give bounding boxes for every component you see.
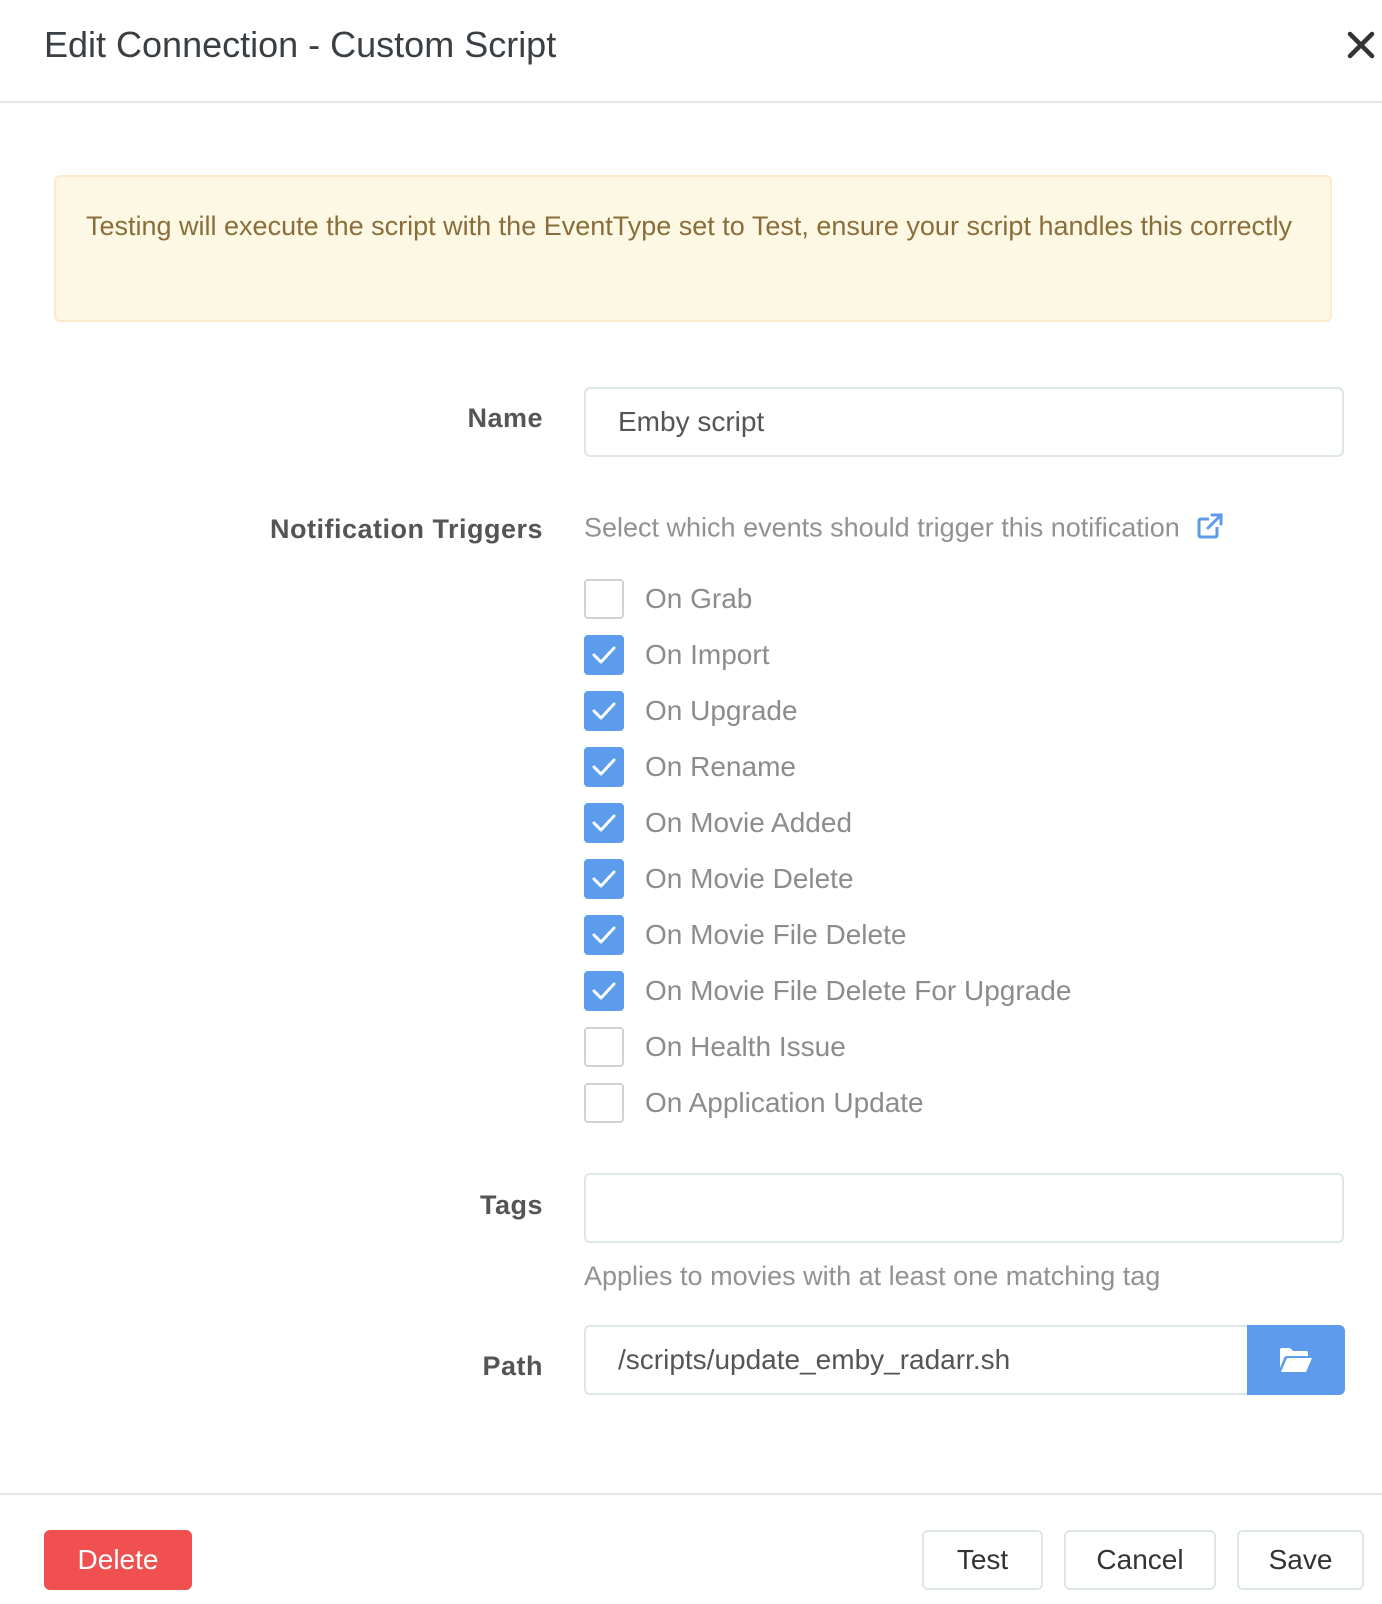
trigger-checkbox-row[interactable]: On Rename bbox=[584, 746, 796, 788]
name-input-value: Emby script bbox=[618, 406, 765, 437]
checkmark-icon bbox=[592, 758, 616, 776]
tags-label: Tags bbox=[479, 1190, 543, 1220]
trigger-checkbox[interactable] bbox=[584, 971, 624, 1011]
trigger-checkbox[interactable] bbox=[584, 747, 624, 787]
browse-folder-button[interactable] bbox=[1247, 1325, 1345, 1395]
tags-input[interactable] bbox=[584, 1173, 1344, 1243]
trigger-checkbox-row[interactable]: On Import bbox=[584, 634, 769, 676]
trigger-checkbox-row[interactable]: On Movie File Delete bbox=[584, 914, 906, 956]
checkmark-icon bbox=[592, 982, 616, 1000]
checkmark-icon bbox=[592, 926, 616, 944]
trigger-checkbox-row[interactable]: On Upgrade bbox=[584, 690, 798, 732]
trigger-checkbox[interactable] bbox=[584, 1027, 624, 1067]
close-button[interactable] bbox=[1343, 27, 1379, 63]
path-input-value: /scripts/update_emby_radarr.sh bbox=[618, 1344, 1011, 1375]
trigger-checkbox-row[interactable]: On Application Update bbox=[584, 1082, 924, 1124]
trigger-checkbox[interactable] bbox=[584, 1083, 624, 1123]
folder-open-icon bbox=[1280, 1348, 1312, 1372]
modal-header: Edit Connection - Custom Script bbox=[0, 0, 1382, 103]
delete-button[interactable]: Delete bbox=[44, 1530, 192, 1590]
checkmark-icon bbox=[592, 646, 616, 664]
trigger-checkbox-row[interactable]: On Health Issue bbox=[584, 1026, 846, 1068]
trigger-label: On Movie File Delete For Upgrade bbox=[645, 975, 1072, 1006]
warning-alert: Testing will execute the script with the… bbox=[54, 175, 1332, 322]
test-button[interactable]: Test bbox=[922, 1530, 1043, 1590]
checkmark-icon bbox=[592, 814, 616, 832]
trigger-checkbox[interactable] bbox=[584, 915, 624, 955]
trigger-label: On Movie File Delete bbox=[645, 919, 907, 950]
trigger-checkbox[interactable] bbox=[584, 859, 624, 899]
tags-help: Applies to movies with at least one matc… bbox=[584, 1261, 1161, 1291]
modal-footer: Delete Test Cancel Save bbox=[0, 1493, 1382, 1604]
checkmark-icon bbox=[592, 702, 616, 720]
trigger-label: On Movie Added bbox=[645, 807, 853, 838]
external-link-icon[interactable] bbox=[1195, 511, 1225, 548]
trigger-checkbox[interactable] bbox=[584, 803, 624, 843]
trigger-checkbox[interactable] bbox=[584, 579, 624, 619]
name-input[interactable]: Emby script bbox=[584, 387, 1344, 457]
trigger-label: On Health Issue bbox=[645, 1031, 846, 1062]
trigger-checkbox-row[interactable]: On Movie Added bbox=[584, 802, 852, 844]
edit-connection-modal: Edit Connection - Custom Script Testing … bbox=[0, 0, 1382, 1604]
trigger-label: On Movie Delete bbox=[645, 863, 854, 894]
name-label: Name bbox=[467, 403, 543, 433]
close-icon bbox=[1347, 31, 1375, 59]
triggers-help: Select which events should trigger this … bbox=[584, 511, 1225, 548]
save-button[interactable]: Save bbox=[1237, 1530, 1364, 1590]
trigger-label: On Upgrade bbox=[645, 695, 798, 726]
triggers-help-text: Select which events should trigger this … bbox=[584, 512, 1180, 543]
trigger-checkbox[interactable] bbox=[584, 691, 624, 731]
alert-text: Testing will execute the script with the… bbox=[86, 211, 1293, 241]
trigger-label: On Rename bbox=[645, 751, 796, 782]
trigger-checkbox-row[interactable]: On Grab bbox=[584, 578, 752, 620]
modal-title: Edit Connection - Custom Script bbox=[44, 24, 557, 65]
trigger-checkbox-row[interactable]: On Movie Delete bbox=[584, 858, 854, 900]
path-label: Path bbox=[482, 1351, 543, 1381]
trigger-checkbox[interactable] bbox=[584, 635, 624, 675]
trigger-label: On Grab bbox=[645, 583, 753, 614]
cancel-button[interactable]: Cancel bbox=[1064, 1530, 1216, 1590]
checkmark-icon bbox=[592, 870, 616, 888]
trigger-checkbox-row[interactable]: On Movie File Delete For Upgrade bbox=[584, 970, 1071, 1012]
trigger-label: On Import bbox=[645, 639, 770, 670]
trigger-label: On Application Update bbox=[645, 1087, 924, 1118]
path-input[interactable]: /scripts/update_emby_radarr.sh bbox=[584, 1325, 1248, 1395]
triggers-label: Notification Triggers bbox=[269, 514, 543, 544]
